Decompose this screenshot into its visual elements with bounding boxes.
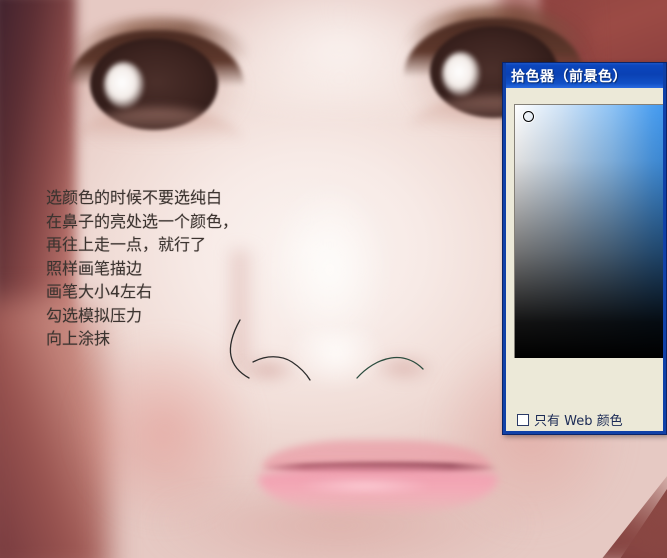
dialog-title-bar[interactable]: 拾色器（前景色） <box>503 63 666 88</box>
annotation-text-block: 选颜色的时候不要选纯白 在鼻子的亮处选一个颜色， 再往上走一点，就行了 照样画笔… <box>46 186 238 351</box>
annotation-line-6: 勾选模拟压力 <box>46 305 143 325</box>
annotation-line-4: 照样画笔描边 <box>46 258 143 278</box>
nostril-stroke-right <box>356 356 424 379</box>
web-colors-label: 只有 Web 颜色 <box>534 414 623 429</box>
annotation-line-2: 在鼻子的亮处选一个颜色， <box>46 211 239 231</box>
web-colors-checkbox[interactable] <box>517 413 529 426</box>
screenshot-root: 选颜色的时候不要选纯白 在鼻子的亮处选一个颜色， 再往上走一点，就行了 照样画笔… <box>0 0 667 558</box>
web-colors-option-row[interactable]: 只有 Web 颜色 <box>517 410 623 429</box>
annotation-line-1: 选颜色的时候不要选纯白 <box>46 188 223 207</box>
dialog-body: 只有 Web 颜色 <box>506 88 666 431</box>
saturation-brightness-gradient[interactable] <box>515 105 666 358</box>
color-field[interactable] <box>514 104 666 358</box>
color-field-cursor[interactable] <box>523 111 534 122</box>
annotation-line-3: 再往上走一点，就行了 <box>46 235 207 254</box>
color-picker-dialog[interactable]: 拾色器（前景色） 只有 Web 颜色 <box>502 62 667 435</box>
annotation-line-7: 向上涂抹 <box>46 329 111 348</box>
nostril-stroke-left <box>252 356 311 381</box>
dialog-title: 拾色器（前景色） <box>511 68 627 85</box>
annotation-line-5: 画笔大小4左右 <box>46 282 153 301</box>
